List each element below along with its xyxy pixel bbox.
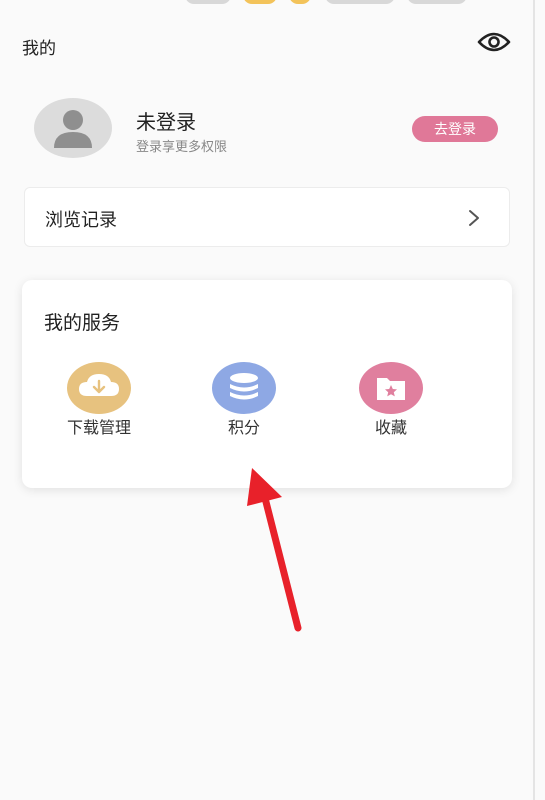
service-favorites[interactable]: 收藏 bbox=[336, 362, 446, 438]
profile-name: 未登录 bbox=[136, 110, 196, 134]
service-download-management[interactable]: 下载管理 bbox=[44, 362, 154, 438]
chevron-right-icon bbox=[465, 208, 483, 228]
profile-subtitle: 登录享更多权限 bbox=[136, 140, 228, 155]
page: 我的 未登录 登录享更多权限 去登录 浏览记录 我的服务 下载管理 积分 收藏 bbox=[0, 0, 545, 800]
login-button[interactable]: 去登录 bbox=[412, 116, 498, 142]
service-label: 收藏 bbox=[374, 418, 407, 437]
status-bar bbox=[185, 0, 475, 6]
download-cloud-icon bbox=[67, 362, 131, 414]
browsing-history-row[interactable]: 浏览记录 bbox=[24, 187, 510, 247]
user-silhouette-icon bbox=[34, 98, 112, 158]
coin-stack-icon bbox=[212, 362, 276, 414]
service-points[interactable]: 积分 bbox=[189, 362, 299, 438]
top-bar: 我的 bbox=[0, 24, 545, 64]
page-title: 我的 bbox=[22, 39, 56, 59]
service-label: 积分 bbox=[227, 418, 260, 437]
services-title: 我的服务 bbox=[44, 312, 121, 334]
my-services-card: 我的服务 下载管理 积分 收藏 bbox=[22, 280, 512, 488]
folder-star-icon bbox=[359, 362, 423, 414]
browsing-history-label: 浏览记录 bbox=[45, 210, 117, 231]
service-label: 下载管理 bbox=[66, 418, 131, 437]
eye-icon[interactable] bbox=[476, 28, 512, 56]
profile-section[interactable]: 未登录 登录享更多权限 去登录 bbox=[0, 94, 545, 174]
